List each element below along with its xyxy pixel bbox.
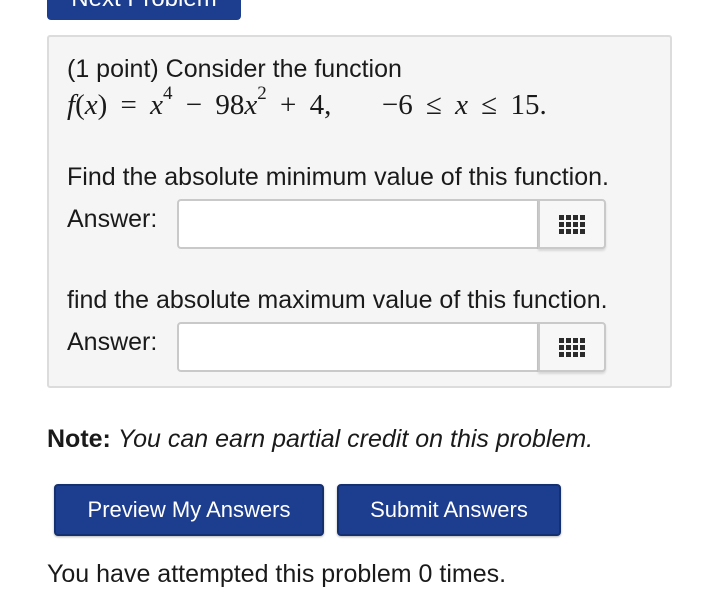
preview-answers-button[interactable]: Preview My Answers [54,484,324,536]
formula-paren-open: ( [75,89,85,121]
answer-label-maximum: Answer: [67,328,158,356]
grid-icon [559,337,585,357]
formula-equals: = [120,89,137,121]
formula-term1-exp: 4 [163,83,173,105]
formula-paren-close: ) [97,89,108,121]
formula-le-2: ≤ [481,89,498,121]
submit-answers-button[interactable]: Submit Answers [337,484,561,536]
equation-editor-button-maximum[interactable] [538,322,606,372]
formula-term2-exp: 2 [257,83,267,105]
formula-term1-var: x [150,89,164,121]
answer-label-minimum: Answer: [67,205,158,233]
equation-editor-button-minimum[interactable] [538,199,606,249]
note-label: Note: [47,425,111,453]
grid-icon [559,214,585,234]
formula-le-1: ≤ [425,89,442,121]
formula-domain-var: x [455,89,469,121]
function-formula: f(x) = x4 − 98x2 + 4, −6 ≤ x ≤ 15. [67,84,547,122]
formula-func: f [67,89,76,121]
formula-domain-low: −6 [381,89,413,121]
question-minimum: Find the absolute minimum value of this … [67,163,609,191]
answer-input-minimum[interactable] [177,199,539,249]
formula-minus: − [185,89,203,121]
attempts-text: You have attempted this problem 0 times. [47,560,507,588]
formula-domain-high: 15. [510,89,547,121]
partial-credit-note: Note: You can earn partial credit on thi… [47,425,593,454]
formula-plus: + [280,89,297,121]
formula-term3: 4, [309,89,332,121]
problem-intro: (1 point) Consider the function [67,55,402,83]
problem-panel: (1 point) Consider the function f(x) = x… [47,35,672,388]
formula-term2-var: x [244,89,258,121]
answer-input-maximum[interactable] [177,322,539,372]
next-problem-button[interactable]: Next Problem [47,0,241,20]
formula-var: x [84,89,98,121]
question-maximum: find the absolute maximum value of this … [67,286,608,314]
formula-term2-coef: 98 [215,89,245,121]
note-text: You can earn partial credit on this prob… [117,425,594,453]
